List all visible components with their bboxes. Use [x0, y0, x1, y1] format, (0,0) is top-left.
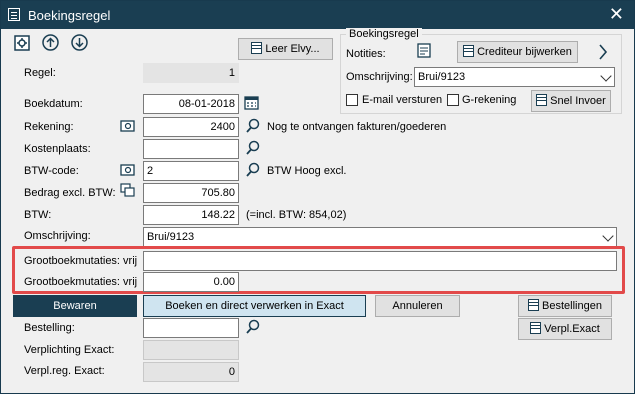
- verpl-exact-button[interactable]: Verpl.Exact: [518, 318, 612, 340]
- omschrijving-label: Omschrijving:: [24, 230, 91, 242]
- bedrag-label: Bedrag excl. BTW:: [24, 187, 116, 199]
- grekening-checkbox[interactable]: [447, 94, 459, 106]
- search-icon[interactable]: [245, 162, 261, 178]
- app-icon: [8, 8, 20, 21]
- calculator-icon: [536, 94, 548, 106]
- chevron-right-icon[interactable]: [597, 43, 609, 61]
- leer-elvy-button[interactable]: Leer Elvy...: [238, 38, 333, 60]
- chevron-down-icon: [600, 70, 612, 82]
- regel-label: Regel:: [24, 67, 56, 79]
- search-icon[interactable]: [245, 319, 261, 335]
- convert-icon[interactable]: [120, 182, 136, 198]
- list-icon: [528, 299, 540, 311]
- ledger-icon[interactable]: [120, 162, 136, 178]
- crediteur-bijwerken-button[interactable]: Crediteur bijwerken: [457, 41, 578, 63]
- arrow-down-icon[interactable]: [71, 34, 88, 51]
- grootboek-vrij-field-2[interactable]: 0.00: [143, 272, 239, 292]
- grekening-label: G-rekening: [462, 94, 517, 106]
- btwcode-description: BTW Hoog excl.: [267, 165, 347, 177]
- group-legend: Boekingsregel: [346, 28, 422, 40]
- search-icon[interactable]: [245, 140, 261, 156]
- grootboek-vrij-label-1: Grootboekmutaties: vrij: [24, 255, 138, 267]
- btw-label: BTW:: [24, 209, 52, 221]
- notities-label: Notities:: [346, 48, 386, 60]
- boekdatum-field[interactable]: 08-01-2018: [143, 94, 239, 114]
- group-omschrijving-label: Omschrijving:: [346, 71, 413, 83]
- search-icon[interactable]: [245, 118, 261, 134]
- verplichting-label: Verplichting Exact:: [24, 344, 115, 356]
- exact-icon: [530, 322, 542, 334]
- notes-icon[interactable]: [417, 43, 433, 59]
- annuleren-button[interactable]: Annuleren: [375, 295, 460, 317]
- document-icon: [463, 45, 475, 57]
- btwcode-label: BTW-code:: [24, 165, 79, 177]
- ledger-icon[interactable]: [120, 118, 136, 134]
- arrow-up-icon[interactable]: [42, 34, 59, 51]
- chevron-down-icon: [602, 230, 614, 242]
- boekdatum-label: Boekdatum:: [24, 98, 83, 110]
- email-label: E-mail versturen: [362, 94, 443, 106]
- snel-invoer-button[interactable]: Snel Invoer: [531, 90, 611, 112]
- bedrag-field[interactable]: 705.80: [143, 183, 239, 203]
- title-bar: Boekingsregel ✕: [1, 1, 634, 29]
- group-omschrijving-select[interactable]: Brui/9123: [414, 67, 615, 87]
- dialog-window: Boekingsregel ✕ Leer Elvy... Boekingsreg…: [0, 0, 635, 394]
- kostenplaats-field[interactable]: [143, 139, 239, 159]
- window-title: Boekingsregel: [28, 8, 111, 23]
- bestelling-field[interactable]: [143, 318, 239, 338]
- rekening-description: Nog te ontvangen fakturen/goederen: [267, 121, 447, 133]
- grootboek-vrij-field-1[interactable]: [143, 251, 617, 271]
- regel-value: 1: [143, 63, 239, 83]
- verplichting-field: [143, 340, 239, 360]
- settings-icon[interactable]: [14, 35, 30, 51]
- email-checkbox[interactable]: [346, 94, 358, 106]
- bestellingen-button[interactable]: Bestellingen: [518, 295, 612, 317]
- rekening-field[interactable]: 2400: [143, 117, 239, 137]
- verplreg-label: Verpl.reg. Exact:: [24, 365, 105, 377]
- grootboek-vrij-label-2: Grootboekmutaties: vrij: [24, 276, 138, 288]
- calendar-icon[interactable]: [244, 95, 260, 111]
- kostenplaats-label: Kostenplaats:: [24, 143, 91, 155]
- boeken-verwerken-button[interactable]: Boeken en direct verwerken in Exact: [143, 295, 366, 317]
- omschrijving-select[interactable]: Brui/9123: [143, 227, 617, 247]
- verplreg-field: 0: [143, 362, 239, 382]
- btwcode-field[interactable]: 2: [143, 161, 239, 181]
- bestelling-label: Bestelling:: [24, 322, 75, 334]
- close-button[interactable]: ✕: [609, 4, 624, 25]
- rekening-label: Rekening:: [24, 121, 74, 133]
- list-icon: [251, 42, 263, 54]
- bewaren-button[interactable]: Bewaren: [13, 295, 137, 317]
- btw-field[interactable]: 148.22: [143, 205, 239, 225]
- btw-incl-note: (=incl. BTW: 854,02): [246, 209, 347, 221]
